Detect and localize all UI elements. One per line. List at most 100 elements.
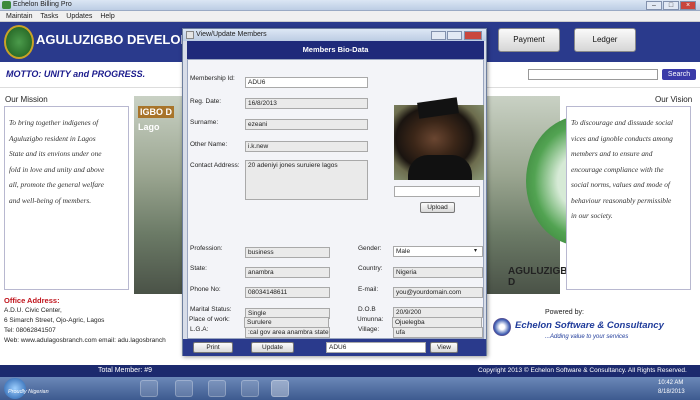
vision-panel: To discourage and dissuade social vices …: [566, 106, 691, 290]
payment-button[interactable]: Payment: [498, 28, 560, 52]
vision-line: vices and ignoble conducts among: [571, 133, 673, 143]
email-field[interactable]: you@yourdomain.com: [393, 287, 483, 298]
menu-updates[interactable]: Updates: [66, 11, 92, 22]
minimize-icon[interactable]: –: [646, 1, 662, 10]
close-icon[interactable]: ×: [680, 1, 696, 10]
gender-select[interactable]: Male: [393, 246, 483, 257]
surname-field[interactable]: ezeani: [245, 119, 368, 130]
dialog-title: View/Update Members: [196, 31, 267, 38]
membership-id-label: Membership Id:: [190, 75, 235, 82]
mission-line: Aguluzigbo resident in Lagos: [9, 133, 96, 143]
dialog-minimize-icon[interactable]: [431, 31, 446, 40]
dialog-maximize-icon[interactable]: [447, 31, 462, 40]
maximize-icon[interactable]: □: [663, 1, 679, 10]
membership-id-field[interactable]: ADU6: [245, 77, 368, 88]
lga-label: L.G.A:: [190, 326, 209, 333]
window-titlebar: Echelon Billing Pro – □ ×: [0, 0, 700, 11]
menu-help[interactable]: Help: [100, 11, 114, 22]
association-logo: [4, 25, 34, 59]
dialog-header: Members Bio-Data: [187, 41, 484, 59]
mission-line: all, promote the general welfare: [9, 180, 104, 189]
firefox-icon[interactable]: [140, 380, 158, 397]
powered-tagline: ...Adding value to your services: [545, 334, 629, 340]
menu-maintain[interactable]: Maintain: [6, 11, 32, 22]
dialog-close-icon[interactable]: [464, 31, 482, 40]
lga-field[interactable]: :cal gov area anambra state: [245, 327, 330, 338]
mission-line: fold in love and unity and above: [9, 164, 105, 174]
print-button[interactable]: Print: [193, 342, 233, 353]
status-bar: Total Member: #9 Copyright 2013 © Echelo…: [0, 365, 700, 377]
clock-time: 10:42 AM: [658, 380, 684, 386]
java-icon[interactable]: [271, 380, 289, 397]
menu-bar: Maintain Tasks Updates Help: [0, 11, 700, 22]
dialog-action-bar: Print Update ADU6 ▾ View: [183, 339, 486, 356]
vision-line: members and to ensure and: [571, 149, 653, 158]
word-icon[interactable]: [241, 380, 259, 397]
member-dialog: View/Update Members Members Bio-Data Mem…: [182, 28, 487, 356]
office-line: Tel: 08062841507: [4, 327, 56, 334]
upload-button[interactable]: Upload: [420, 202, 455, 213]
surname-label: Surname:: [190, 119, 219, 126]
country-field[interactable]: Nigeria: [393, 267, 483, 278]
office-line: Web: www.adulagosbranch.com email: adu.l…: [4, 337, 166, 344]
search-input[interactable]: [528, 69, 658, 80]
umunna-field[interactable]: Ojuelegba: [392, 317, 482, 328]
phone-field[interactable]: 08034148611: [245, 287, 330, 298]
photo-path-field[interactable]: [394, 186, 480, 197]
office-address: Office Address: A.D.U. Civic Center, 6 S…: [4, 296, 194, 346]
vision-line: social norms, values and mode of: [571, 180, 670, 189]
motto-text: MOTTO: UNITY and PROGRESS.: [6, 69, 146, 79]
view-button[interactable]: View: [430, 342, 458, 353]
mission-panel: To bring together indigenes of Aguluzigb…: [4, 106, 129, 290]
update-button[interactable]: Update: [251, 342, 294, 353]
reg-date-field[interactable]: 16/8/2013: [245, 98, 368, 109]
window-title: Echelon Billing Pro: [13, 1, 72, 8]
echelon-logo-icon: [493, 318, 511, 336]
vision-line: encourage compliance with the: [571, 164, 664, 174]
vision-line: To discourage and dissuade social: [571, 118, 673, 127]
app-icon: [2, 1, 11, 9]
mission-line: State and its envions under one: [9, 149, 102, 158]
state-label: State:: [190, 265, 207, 272]
mission-line: and well-being of members.: [9, 195, 92, 205]
powered-label: Powered by:: [545, 309, 584, 316]
ledger-button[interactable]: Ledger: [574, 28, 636, 52]
bio-form: Membership Id: ADU6 Reg. Date: 16/8/2013…: [187, 59, 484, 339]
select-chevron-down-icon: ▾: [420, 343, 424, 349]
app-icon[interactable]: [175, 380, 193, 397]
phone-label: Phone No:: [190, 286, 221, 293]
dob-label: D.O.B: [358, 306, 376, 313]
reg-date-label: Reg. Date:: [190, 98, 222, 105]
work-label: Place of work:: [189, 316, 230, 323]
gender-label: Gender:: [358, 245, 382, 252]
other-name-field[interactable]: i.k.new: [245, 141, 368, 152]
office-line: A.D.U. Civic Center,: [4, 307, 62, 314]
marital-label: Marital Status:: [190, 306, 232, 313]
search-button[interactable]: Search: [662, 69, 696, 80]
explorer-icon[interactable]: [208, 380, 226, 397]
chevron-down-icon: ▾: [474, 248, 478, 254]
mission-heading: Our Mission: [5, 95, 48, 104]
village-field[interactable]: ufa: [393, 327, 483, 338]
village-label: Village:: [358, 326, 380, 333]
work-field[interactable]: Surulere: [244, 317, 329, 328]
powered-company: Echelon Software & Consultancy: [515, 320, 664, 331]
sign-text-2: Lago: [138, 122, 160, 132]
clock-date: 8/18/2013: [658, 389, 685, 395]
menu-tasks[interactable]: Tasks: [40, 11, 58, 22]
other-name-label: Other Name:: [190, 141, 228, 148]
copyright-text: Copyright 2013 © Echelon Software & Cons…: [478, 367, 687, 374]
mission-line: To bring together indigenes of: [9, 118, 99, 127]
total-members: Total Member: #9: [98, 367, 153, 374]
sign-text: IGBO D: [138, 106, 175, 118]
profession-field[interactable]: business: [245, 247, 330, 258]
country-label: Country:: [358, 265, 383, 272]
member-select[interactable]: ADU6: [326, 342, 426, 353]
dialog-titlebar: View/Update Members: [183, 29, 486, 41]
contact-label: Contact Address:: [190, 162, 240, 169]
state-field[interactable]: anambra: [245, 267, 330, 278]
email-label: E-mail:: [358, 286, 379, 293]
taskbar: Proudly Nigerian 10:42 AM 8/18/2013: [0, 377, 700, 400]
profession-label: Profession:: [190, 245, 223, 252]
contact-field[interactable]: 20 adeniyi jones suruiere lagos: [245, 160, 368, 200]
